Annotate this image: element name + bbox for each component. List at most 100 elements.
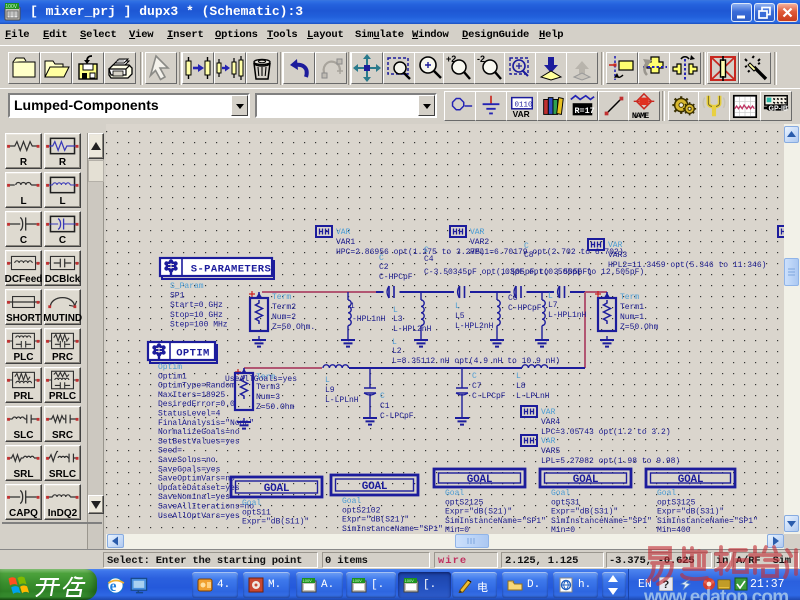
svg-text:VAR: VAR [513,109,530,119]
svg-text:C1: C1 [380,402,390,411]
svg-text:Seed=: Seed= [158,447,182,456]
svg-text:VAR: VAR [541,437,556,446]
svg-text:Num=2: Num=2 [272,313,296,322]
svg-text:L: L [548,292,553,301]
svg-text:Optim: Optim [158,363,182,372]
svg-text:SaveAllIterations=no: SaveAllIterations=no [158,503,254,512]
svg-text:L8: L8 [516,382,526,391]
svg-text:L=8.35112 nH opt(4.9 nH to 10.: L=8.35112 nH opt(4.9 nH to 10.9 nH) [392,357,560,366]
svg-text:C: C [379,254,384,263]
svg-text:L: L [516,372,521,381]
svg-text:optS3125: optS3125 [657,498,696,507]
svg-text:L7: L7 [548,301,558,310]
svg-text:LPL=5.27982 opt(1.98 to 9.98): LPL=5.27982 opt(1.98 to 9.98) [541,457,680,466]
svg-text:C-LPCpF: C-LPCpF [472,392,506,401]
svg-text:C: C [380,392,385,401]
svg-text:Expr="dB(S21)": Expr="dB(S21)" [445,508,512,517]
svg-text:C8: C8 [524,251,534,260]
svg-text:Goal: Goal [445,489,464,498]
svg-text:Min=400: Min=400 [657,526,691,534]
svg-text:Min=0: Min=0 [551,526,575,534]
svg-text:VAR: VAR [541,408,556,417]
svg-text:Num=3: Num=3 [256,393,280,402]
svg-text:L: L [393,306,398,315]
svg-text:L: L [455,302,460,311]
svg-text:Expr="dB(S11)": Expr="dB(S11)" [242,518,309,527]
svg-text:SP1: SP1 [170,292,185,301]
svg-text:GOAL: GOAL [573,474,599,486]
svg-text:Expr="dB(S31)": Expr="dB(S31)" [551,508,618,517]
svg-text:C7: C7 [472,382,482,391]
svg-text:SimInstanceName="SP1": SimInstanceName="SP1" [551,517,652,526]
svg-text:SetBestValues=yes: SetBestValues=yes [158,437,240,446]
svg-text:SimInstanceName="SP1": SimInstanceName="SP1" [342,525,443,534]
svg-text:VAR: VAR [470,228,485,237]
svg-text:optS31: optS31 [551,498,580,507]
svg-text:www.edatop.com: www.edatop.com [644,587,788,600]
svg-text:L2: L2 [392,347,402,356]
svg-text:L: L [392,338,397,347]
svg-text:C: C [424,246,429,255]
svg-text:UpdateDataset=yes: UpdateDataset=yes [158,484,240,493]
svg-text:NAME: NAME [632,111,649,120]
svg-text:C4: C4 [424,255,434,264]
svg-text:C6: C6 [508,294,518,303]
svg-text:L: L [325,376,330,385]
svg-text:Step=100 MHz: Step=100 MHz [170,320,228,329]
svg-text:Goal: Goal [242,499,261,508]
svg-text:Term: Term [272,293,291,302]
svg-text:VAR4: VAR4 [541,418,560,427]
svg-text:100V: 100V [353,578,363,583]
svg-text:100V: 100V [5,4,17,10]
svg-text:Z=50 Ohm.: Z=50 Ohm. [272,323,315,332]
svg-text:optS11: optS11 [242,508,271,517]
svg-text:C: C [524,242,529,251]
svg-text:Term3: Term3 [256,383,280,392]
svg-text:C-HPCpF: C-HPCpF [508,304,542,313]
svg-text:L-HPL2nH: L-HPL2nH [455,322,494,331]
svg-text:optS2102: optS2102 [342,506,381,515]
svg-text:C-HPCpF: C-HPCpF [379,273,413,282]
svg-text:SimInstanceName="SP1": SimInstanceName="SP1" [657,517,758,526]
svg-text:Term: Term [620,293,639,302]
svg-text:L-HPL1nH: L-HPL1nH [548,311,587,320]
svg-text:UseAllOptVars=yes: UseAllOptVars=yes [158,512,240,521]
svg-text:S-PARAMETERS: S-PARAMETERS [191,264,271,276]
svg-text:OPTIM: OPTIM [176,348,210,360]
svg-text:Start=0 GHz: Start=0 GHz [170,301,223,310]
svg-text:GOAL: GOAL [467,474,493,486]
svg-text:GOAL: GOAL [264,483,290,495]
svg-text:C: C [472,372,477,381]
svg-text:Goal: Goal [657,489,676,498]
svg-text:C2: C2 [379,263,389,272]
svg-text:S_Param: S_Param [170,282,204,291]
svg-text:L-HPL2nH: L-HPL2nH [393,325,432,334]
svg-text:LPC=3.05743 opt(1.2 to 3.2): LPC=3.05743 opt(1.2 to 3.2) [541,428,671,437]
svg-text:03pF opt(0.505pF to 12.505pF): 03pF opt(0.505pF to 12.505pF) [505,268,644,277]
svg-text:Z=50.Ohm: Z=50.Ohm [256,403,295,412]
svg-text:HPC=2.86956 opt(1.275 to 3.275: HPC=2.86956 opt(1.275 to 3.275) [336,248,485,257]
svg-text:VAR3: VAR3 [608,251,627,260]
svg-text:1: 1 [350,302,355,311]
svg-text:Num=1: Num=1 [620,313,644,322]
svg-text:C-LPCpF: C-LPCpF [380,412,414,421]
svg-text:L-LPLnH: L-LPLnH [516,392,550,401]
svg-text:Goal: Goal [551,489,570,498]
svg-text:Optim1: Optim1 [158,372,187,381]
svg-text:SaveNominal=yes: SaveNominal=yes [158,493,230,502]
svg-text:L9: L9 [325,386,335,395]
svg-text:OptimType=Random: OptimType=Random [158,382,235,391]
svg-text:SimInstanceName="SP1": SimInstanceName="SP1" [445,517,546,526]
svg-text:Stop=10 GHz: Stop=10 GHz [170,311,223,320]
svg-text:VAR2: VAR2 [470,238,489,247]
svg-text:GOAL: GOAL [362,481,388,493]
svg-text:VAR: VAR [608,241,623,250]
svg-text:DesiredError=0.0: DesiredError=0.0 [158,400,235,409]
svg-text:MaxIters=18925: MaxIters=18925 [158,391,225,400]
svg-text:Goal: Goal [342,497,361,506]
svg-text:GOAL: GOAL [678,474,704,486]
svg-text:Expr="dB(S21)": Expr="dB(S21)" [342,516,409,525]
svg-text:StatusLevel=4: StatusLevel=4 [158,410,221,419]
svg-text:FinalAnalysis="None": FinalAnalysis="None" [158,419,254,428]
svg-text:Term1: Term1 [620,303,644,312]
